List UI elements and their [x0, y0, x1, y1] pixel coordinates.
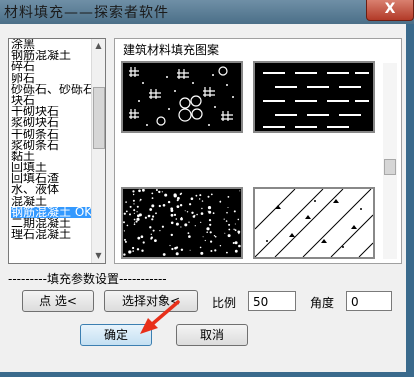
annotation-arrow-icon [140, 300, 180, 334]
dialog-window: 材料填充——探索者软件 X 涂黑 钢筋混凝土 碎石 卵石 砂砾石、砂砾石 块石 干砌块石 浆砌… [0, 0, 414, 377]
